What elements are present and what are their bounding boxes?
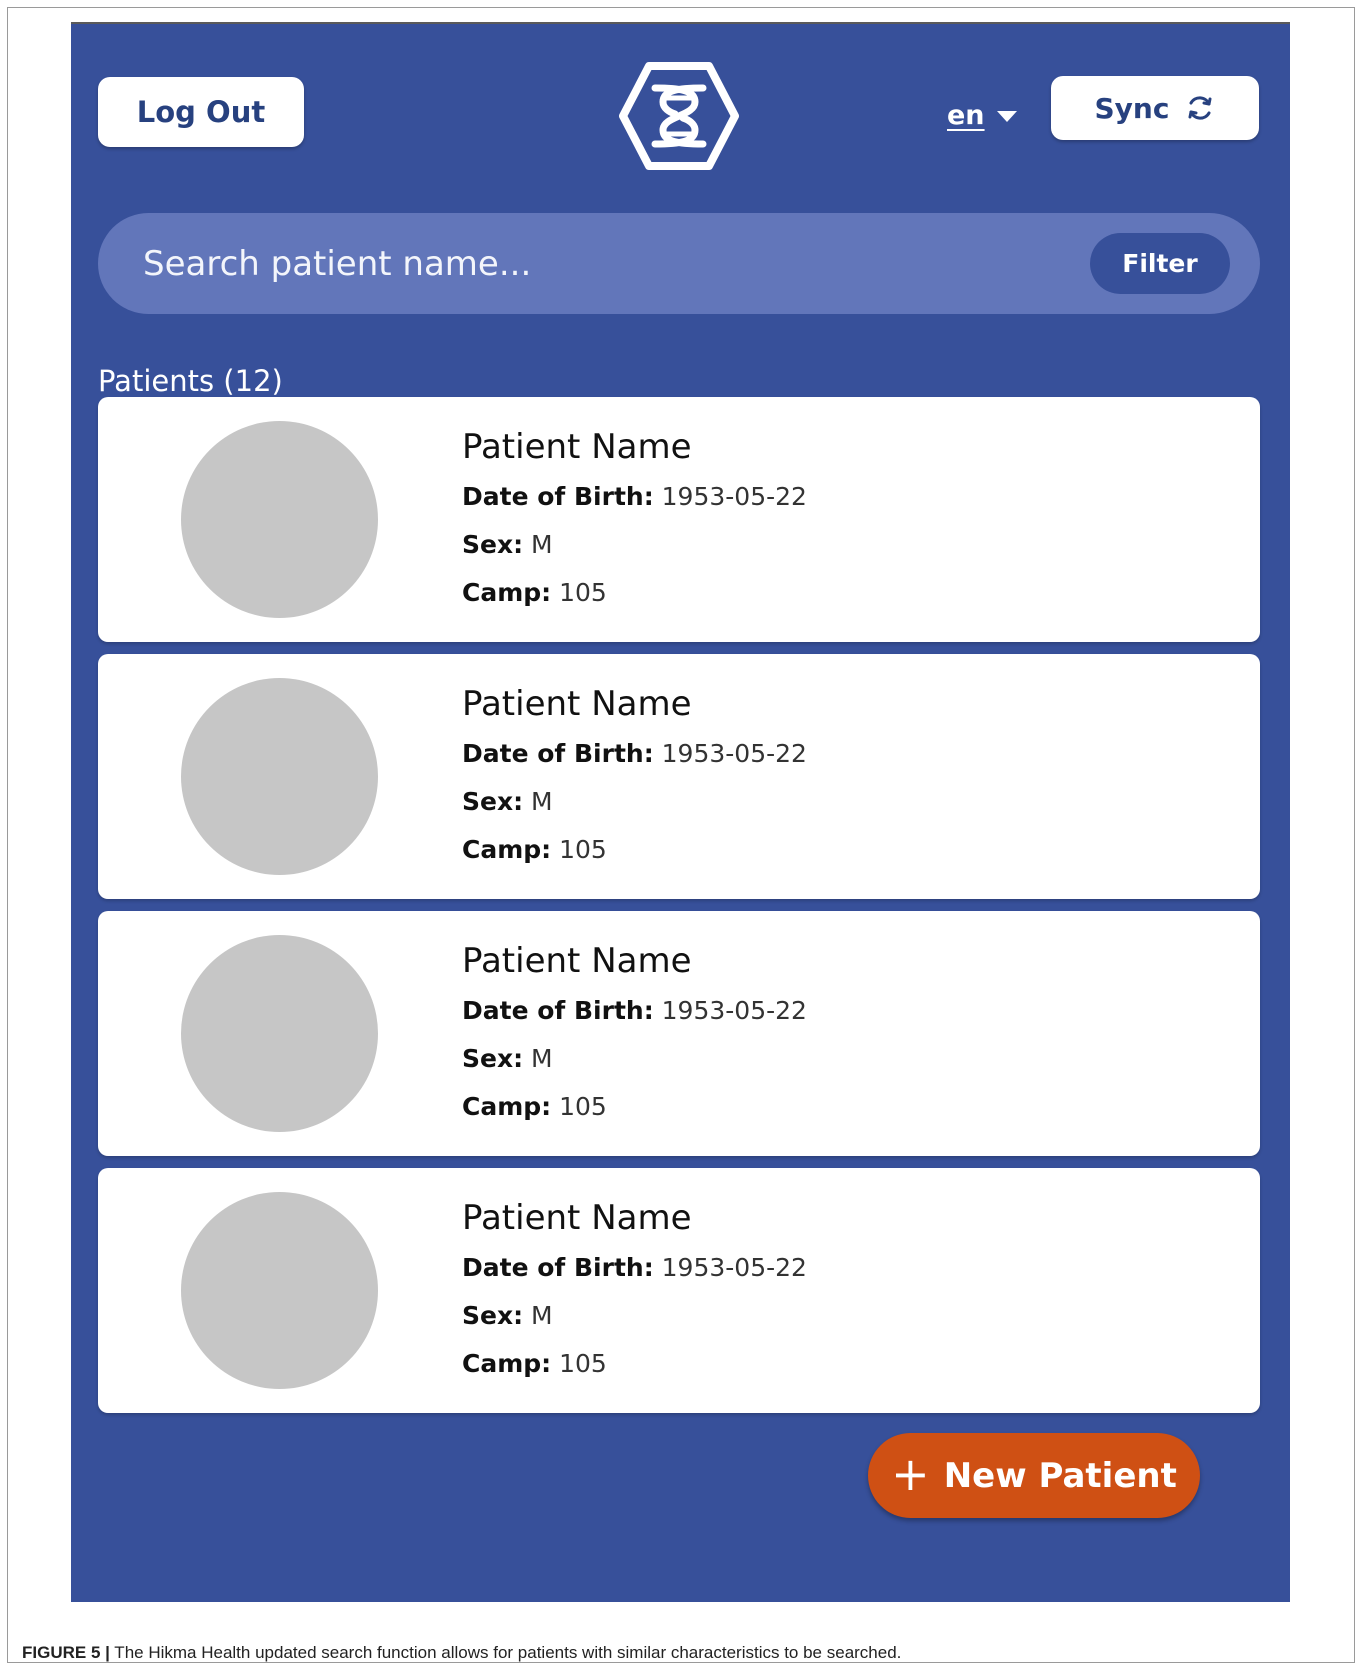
patient-camp: Camp: 105 — [462, 1348, 807, 1380]
dob-label: Date of Birth: — [462, 739, 654, 768]
patient-name: Patient Name — [462, 427, 692, 467]
patient-card[interactable]: Patient Name Date of Birth: 1953-05-22 S… — [98, 397, 1260, 642]
camp-value: 105 — [559, 1349, 607, 1378]
sex-label: Sex: — [462, 787, 524, 816]
app-screen: Log Out en Sync Filter Patients (12) Pat… — [71, 22, 1290, 1602]
patient-card[interactable]: Patient Name Date of Birth: 1953-05-22 S… — [98, 1168, 1260, 1413]
patient-sex: Sex: M — [462, 529, 807, 561]
camp-label: Camp: — [462, 1092, 552, 1121]
avatar — [181, 678, 378, 875]
caption-text: The Hikma Health updated search function… — [109, 1643, 902, 1662]
patient-camp: Camp: 105 — [462, 1091, 807, 1123]
camp-value: 105 — [559, 835, 607, 864]
patient-sex: Sex: M — [462, 1043, 807, 1075]
figure-caption: FIGURE 5 | The Hikma Health updated sear… — [22, 1643, 901, 1663]
logout-label: Log Out — [136, 95, 266, 129]
patient-camp: Camp: 105 — [462, 834, 807, 866]
sex-label: Sex: — [462, 530, 524, 559]
patient-card[interactable]: Patient Name Date of Birth: 1953-05-22 S… — [98, 911, 1260, 1156]
dob-label: Date of Birth: — [462, 482, 654, 511]
sex-value: M — [531, 787, 553, 816]
caption-label: FIGURE 5 | — [22, 1643, 110, 1662]
avatar — [181, 421, 378, 618]
camp-label: Camp: — [462, 578, 552, 607]
camp-label: Camp: — [462, 1349, 552, 1378]
patient-name: Patient Name — [462, 941, 692, 981]
sync-button[interactable]: Sync — [1051, 76, 1259, 140]
search-bar: Filter — [98, 213, 1260, 314]
language-label: en — [947, 100, 985, 131]
sync-icon — [1188, 96, 1212, 120]
dob-value: 1953-05-22 — [661, 1253, 807, 1282]
avatar — [181, 935, 378, 1132]
sex-label: Sex: — [462, 1301, 524, 1330]
patient-camp: Camp: 105 — [462, 577, 807, 609]
search-input[interactable] — [143, 213, 1023, 314]
patient-name: Patient Name — [462, 1198, 692, 1238]
avatar — [181, 1192, 378, 1389]
plus-icon: + — [891, 1446, 930, 1501]
sex-value: M — [531, 1301, 553, 1330]
dob-label: Date of Birth: — [462, 1253, 654, 1282]
sync-label: Sync — [1094, 91, 1170, 125]
dob-value: 1953-05-22 — [661, 482, 807, 511]
patient-dob: Date of Birth: 1953-05-22 — [462, 1252, 807, 1284]
patient-sex: Sex: M — [462, 786, 807, 818]
camp-label: Camp: — [462, 835, 552, 864]
chevron-down-icon — [996, 111, 1017, 122]
dob-label: Date of Birth: — [462, 996, 654, 1025]
patient-dob: Date of Birth: 1953-05-22 — [462, 995, 807, 1027]
patient-dob: Date of Birth: 1953-05-22 — [462, 481, 807, 513]
patient-dob: Date of Birth: 1953-05-22 — [462, 738, 807, 770]
sex-value: M — [531, 530, 553, 559]
patient-info: Patient Name Date of Birth: 1953-05-22 S… — [462, 427, 807, 625]
hikma-health-logo — [619, 62, 739, 170]
filter-label: Filter — [1122, 249, 1198, 278]
patient-name: Patient Name — [462, 684, 692, 724]
patients-count-heading: Patients (12) — [98, 364, 283, 398]
new-patient-label: New Patient — [943, 1455, 1177, 1496]
dob-value: 1953-05-22 — [661, 996, 807, 1025]
patient-info: Patient Name Date of Birth: 1953-05-22 S… — [462, 1198, 807, 1396]
filter-button[interactable]: Filter — [1090, 233, 1230, 294]
patient-info: Patient Name Date of Birth: 1953-05-22 S… — [462, 941, 807, 1139]
sex-label: Sex: — [462, 1044, 524, 1073]
language-selector[interactable]: en — [947, 100, 1017, 131]
patient-card[interactable]: Patient Name Date of Birth: 1953-05-22 S… — [98, 654, 1260, 899]
patient-info: Patient Name Date of Birth: 1953-05-22 S… — [462, 684, 807, 882]
camp-value: 105 — [559, 578, 607, 607]
patient-sex: Sex: M — [462, 1300, 807, 1332]
logout-button[interactable]: Log Out — [98, 77, 304, 147]
camp-value: 105 — [559, 1092, 607, 1121]
dob-value: 1953-05-22 — [661, 739, 807, 768]
new-patient-button[interactable]: + New Patient — [868, 1433, 1200, 1518]
sex-value: M — [531, 1044, 553, 1073]
